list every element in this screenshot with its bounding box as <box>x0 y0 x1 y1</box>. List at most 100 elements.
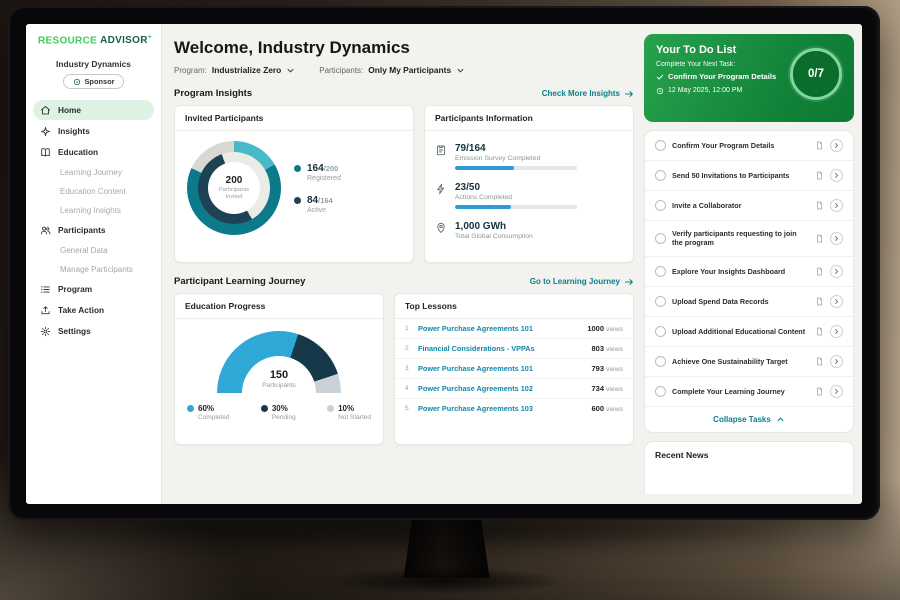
monitor-bezel: RESOURCEADVISOR+ Industry Dynamics Spons… <box>8 6 880 520</box>
todo-progress-ring: 0/7 <box>790 48 842 100</box>
participants-information-card: Participants Information 79/164 Emission… <box>424 105 634 263</box>
lightning-icon <box>435 183 447 195</box>
sidebar-item-label: Program <box>58 284 92 294</box>
task-checkbox[interactable] <box>655 356 666 367</box>
lesson-row[interactable]: 4 Power Purchase Agreements 102 734views <box>395 379 633 399</box>
sidebar-item-learning-insights[interactable]: Learning Insights <box>33 201 154 219</box>
task-checkbox[interactable] <box>655 233 666 244</box>
document-icon <box>815 234 824 243</box>
chevron-right-icon[interactable] <box>830 355 843 368</box>
lesson-link[interactable]: Power Purchase Agreements 101 <box>418 324 581 333</box>
task-checkbox[interactable] <box>655 200 666 211</box>
lesson-link[interactable]: Power Purchase Agreements 102 <box>418 384 585 393</box>
task-row[interactable]: Confirm Your Program Details <box>645 131 853 161</box>
task-row[interactable]: Verify participants requesting to join t… <box>645 221 853 257</box>
chevron-right-icon[interactable] <box>830 232 843 245</box>
task-row[interactable]: Send 50 Invitations to Participants <box>645 161 853 191</box>
sidebar-item-label: Learning Insights <box>60 206 121 215</box>
gauge-legend: 60% Completed 30% Pending 10% Not Starte… <box>175 404 383 421</box>
task-checkbox[interactable] <box>655 386 666 397</box>
lesson-link[interactable]: Power Purchase Agreements 103 <box>418 404 585 413</box>
task-checkbox[interactable] <box>655 296 666 307</box>
donut-center-label: Participants Invited <box>208 187 260 201</box>
sidebar-item-learning-journey[interactable]: Learning Journey <box>33 163 154 181</box>
task-row[interactable]: Upload Spend Data Records <box>645 287 853 317</box>
recent-news-title: Recent News <box>655 450 709 460</box>
chevron-right-icon[interactable] <box>830 139 843 152</box>
sidebar-item-settings[interactable]: Settings <box>33 321 154 341</box>
lesson-link[interactable]: Financial Considerations - VPPAs <box>418 344 585 353</box>
pin-icon <box>435 222 447 234</box>
program-select[interactable]: Industrialize Zero <box>212 65 295 75</box>
sidebar-item-label: Education Content <box>60 187 126 196</box>
task-checkbox[interactable] <box>655 140 666 151</box>
legend-item-pending: 30% Pending <box>261 404 296 421</box>
app-window: RESOURCEADVISOR+ Industry Dynamics Spons… <box>26 24 862 504</box>
sponsor-label: Sponsor <box>85 77 115 86</box>
sidebar-item-take-action[interactable]: Take Action <box>33 300 154 320</box>
learning-cards-row: Education Progress 150 Participants 60% <box>174 293 634 445</box>
task-row[interactable]: Invite a Collaborator <box>645 191 853 221</box>
insights-cards-row: Invited Participants 200 Participants In… <box>174 105 634 263</box>
document-icon <box>815 297 824 306</box>
task-checkbox[interactable] <box>655 170 666 181</box>
stat-emission-survey: 79/164 Emission Survey Completed <box>425 143 633 170</box>
chevron-right-icon[interactable] <box>830 169 843 182</box>
chevron-right-icon[interactable] <box>830 295 843 308</box>
legend-item-registered: 164/200 Registered <box>294 163 341 182</box>
task-row[interactable]: Upload Additional Educational Content <box>645 317 853 347</box>
sidebar-item-label: Education <box>58 147 98 157</box>
chevron-down-icon <box>286 66 295 75</box>
sidebar-item-education[interactable]: Education <box>33 142 154 162</box>
sidebar-item-label: Settings <box>58 326 91 336</box>
sidebar-item-label: Learning Journey <box>60 168 122 177</box>
education-icon <box>40 147 51 158</box>
sidebar-item-label: Home <box>58 105 81 115</box>
sidebar-item-label: Manage Participants <box>60 265 133 274</box>
chevron-right-icon[interactable] <box>830 199 843 212</box>
task-row[interactable]: Explore Your Insights Dashboard <box>645 257 853 287</box>
lesson-link[interactable]: Power Purchase Agreements 101 <box>418 364 585 373</box>
document-icon <box>815 357 824 366</box>
check-more-insights-link[interactable]: Check More Insights <box>542 89 634 99</box>
go-to-learning-journey-link[interactable]: Go to Learning Journey <box>530 277 634 287</box>
participants-filter-label: Participants: <box>319 66 363 75</box>
task-row[interactable]: Achieve One Sustainability Target <box>645 347 853 377</box>
sidebar-item-general-data[interactable]: General Data <box>33 241 154 259</box>
lesson-row[interactable]: 1 Power Purchase Agreements 101 1000view… <box>395 319 633 339</box>
donut-center: 200 Participants Invited <box>208 162 260 214</box>
participants-select[interactable]: Only My Participants <box>368 65 465 75</box>
chevron-right-icon[interactable] <box>830 385 843 398</box>
lesson-row[interactable]: 3 Power Purchase Agreements 101 793views <box>395 359 633 379</box>
program-filter-label: Program: <box>174 66 207 75</box>
check-icon <box>656 73 664 81</box>
sidebar-item-participants[interactable]: Participants <box>33 220 154 240</box>
program-icon <box>40 284 51 295</box>
legend-dot-pending <box>261 405 268 412</box>
document-icon <box>815 141 824 150</box>
lesson-row[interactable]: 5 Power Purchase Agreements 103 600views <box>395 399 633 418</box>
invited-participants-card: Invited Participants 200 Participants In… <box>174 105 414 263</box>
education-gauge-chart: 150 Participants <box>217 331 341 395</box>
participants-select-value: Only My Participants <box>368 65 451 75</box>
sidebar-item-insights[interactable]: Insights <box>33 121 154 141</box>
task-checkbox[interactable] <box>655 326 666 337</box>
card-title: Participants Information <box>425 106 633 131</box>
sidebar-item-education-content[interactable]: Education Content <box>33 182 154 200</box>
monitor-stand-base <box>330 568 560 594</box>
task-checkbox[interactable] <box>655 266 666 277</box>
chevron-right-icon[interactable] <box>830 265 843 278</box>
collapse-tasks-button[interactable]: Collapse Tasks <box>645 407 853 432</box>
participants-filter: Participants: Only My Participants <box>319 65 465 75</box>
document-icon <box>815 387 824 396</box>
sidebar-item-program[interactable]: Program <box>33 279 154 299</box>
legend-dot-completed <box>187 405 194 412</box>
sidebar-item-home[interactable]: Home <box>33 100 154 120</box>
lesson-row[interactable]: 2 Financial Considerations - VPPAs 803vi… <box>395 339 633 359</box>
chevron-right-icon[interactable] <box>830 325 843 338</box>
emission-progress-bar <box>455 166 577 170</box>
sidebar-item-manage-participants[interactable]: Manage Participants <box>33 260 154 278</box>
legend-item-active: 84/164 Active <box>294 195 341 214</box>
task-row[interactable]: Complete Your Learning Journey <box>645 377 853 407</box>
participants-icon <box>40 225 51 236</box>
